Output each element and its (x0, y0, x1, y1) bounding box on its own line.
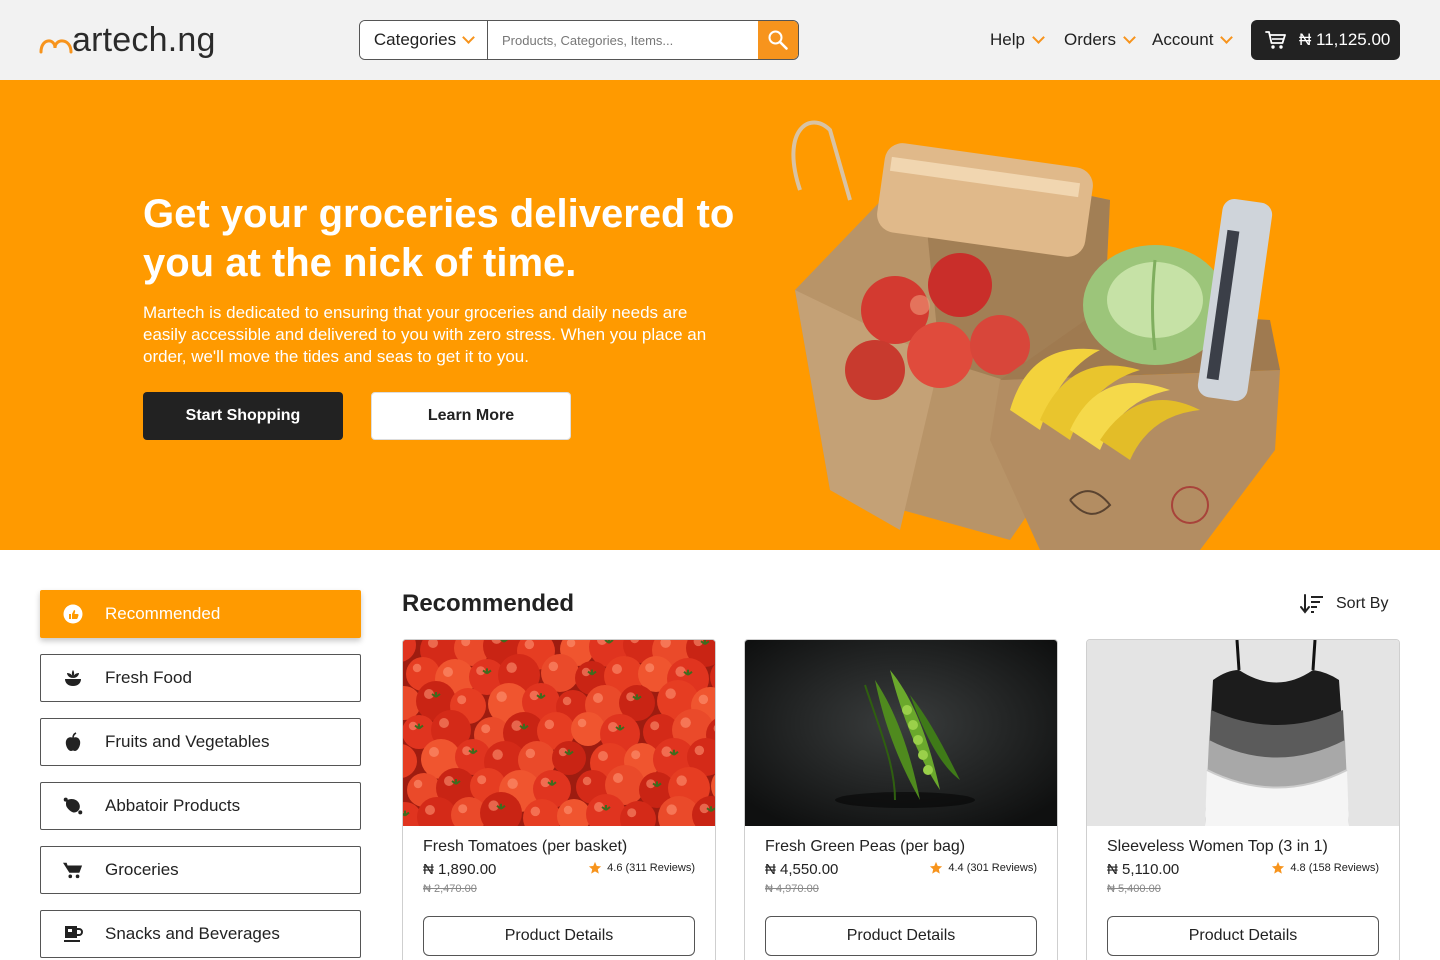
search-input[interactable] (488, 21, 758, 59)
learn-more-button[interactable]: Learn More (371, 392, 571, 440)
sort-icon (1300, 594, 1323, 614)
grocery-bags-image (791, 120, 1280, 550)
sidebar-item-label: Fresh Food (105, 668, 192, 687)
section-title: Recommended (402, 590, 575, 617)
product-image-green-peas[interactable] (745, 640, 1057, 826)
sidebar-item-abbatoir[interactable]: Abbatoir Products (40, 782, 361, 830)
product-old-price: ₦ 2,470.00 (423, 883, 477, 895)
search-bar: Categories (359, 20, 799, 60)
categories-label: Categories (373, 30, 457, 49)
product-details-button[interactable]: Product Details (423, 916, 695, 956)
logo-text: artech.ng (72, 20, 216, 59)
nav-orders-label: Orders (1064, 30, 1116, 49)
sort-by-button[interactable]: Sort By (1300, 592, 1388, 616)
sidebar-item-label: Recommended (105, 604, 221, 623)
top-header: artech.ng Categories Help Orders Account (0, 0, 1440, 80)
start-shopping-button[interactable]: Start Shopping (143, 392, 343, 440)
hero-description: Martech is dedicated to ensuring that yo… (143, 303, 707, 366)
cart-icon (63, 860, 83, 880)
nav-account-label: Account (1152, 30, 1214, 49)
chevron-down-icon (1123, 31, 1136, 44)
product-old-price: ₦ 4,970.00 (765, 883, 819, 895)
sidebar-item-label: Fruits and Vegetables (105, 732, 270, 751)
sidebar-item-label: Abbatoir Products (105, 796, 241, 815)
product-name: Sleeveless Women Top (3 in 1) (1107, 838, 1328, 855)
nav-account[interactable]: Account (1152, 20, 1234, 60)
logo[interactable]: artech.ng (38, 18, 216, 62)
star-icon (1272, 861, 1285, 874)
product-image-tomatoes[interactable] (403, 640, 715, 826)
hero-banner: Get your groceries delivered to you at t… (0, 80, 1440, 550)
sidebar-item-recommended[interactable]: Recommended (40, 590, 361, 638)
sidebar-item-groceries[interactable]: Groceries (40, 846, 361, 894)
product-rating-text: 4.8 (158 Reviews) (1290, 862, 1379, 874)
star-icon (930, 861, 943, 874)
product-card: Fresh Tomatoes (per basket) ₦ 1,890.00 4… (402, 639, 716, 960)
product-price: ₦ 5,110.00 (1107, 861, 1180, 878)
categories-dropdown[interactable]: Categories (360, 21, 488, 59)
sort-by-label: Sort By (1336, 595, 1389, 612)
shopping-cart-icon (1265, 31, 1286, 49)
sidebar-item-label: Groceries (105, 860, 179, 879)
chevron-down-icon (462, 31, 475, 44)
sidebar-item-label: Snacks and Beverages (105, 924, 280, 943)
product-name: Fresh Tomatoes (per basket) (423, 838, 628, 855)
chevron-down-icon (1220, 31, 1234, 44)
meat-icon (63, 796, 83, 816)
product-rating: 4.6 (311 Reviews) (588, 861, 695, 875)
product-image-tank-tops[interactable] (1087, 640, 1399, 826)
apple-icon (63, 732, 83, 752)
product-price: ₦ 4,550.00 (765, 861, 839, 878)
cart-button[interactable]: ₦ 11,125.00 (1251, 20, 1400, 60)
product-old-price: ₦ 5,400.00 (1107, 883, 1161, 895)
product-rating: 4.8 (158 Reviews) (1271, 861, 1379, 875)
recommended-icon (63, 604, 83, 624)
logo-m-arc-icon (39, 39, 73, 54)
search-icon (768, 30, 788, 50)
product-rating-text: 4.4 (301 Reviews) (948, 862, 1037, 874)
product-card: Fresh Green Peas (per bag) ₦ 4,550.00 4.… (744, 639, 1058, 960)
sidebar-item-fresh-food[interactable]: Fresh Food (40, 654, 361, 702)
product-name: Fresh Green Peas (per bag) (765, 838, 966, 855)
product-rating: 4.4 (301 Reviews) (929, 861, 1037, 875)
product-details-button[interactable]: Product Details (1107, 916, 1379, 956)
hero-title: Get your groceries delivered to you at t… (143, 192, 735, 285)
sidebar-item-fruits-vegetables[interactable]: Fruits and Vegetables (40, 718, 361, 766)
fresh-food-icon (63, 668, 83, 688)
nav-orders[interactable]: Orders (1064, 20, 1136, 60)
product-rating-text: 4.6 (311 Reviews) (607, 862, 695, 874)
search-button[interactable] (758, 21, 798, 59)
cart-total: ₦ 11,125.00 (1299, 30, 1391, 49)
star-icon (589, 861, 602, 874)
chevron-down-icon (1032, 31, 1045, 44)
product-card: Sleeveless Women Top (3 in 1) ₦ 5,110.00… (1086, 639, 1400, 960)
nav-help-label: Help (990, 30, 1025, 49)
product-details-button[interactable]: Product Details (765, 916, 1037, 956)
sidebar-item-snacks-beverages[interactable]: Snacks and Beverages (40, 910, 361, 958)
cup-icon (63, 924, 83, 944)
product-price: ₦ 1,890.00 (423, 861, 497, 878)
nav-help[interactable]: Help (990, 20, 1045, 60)
